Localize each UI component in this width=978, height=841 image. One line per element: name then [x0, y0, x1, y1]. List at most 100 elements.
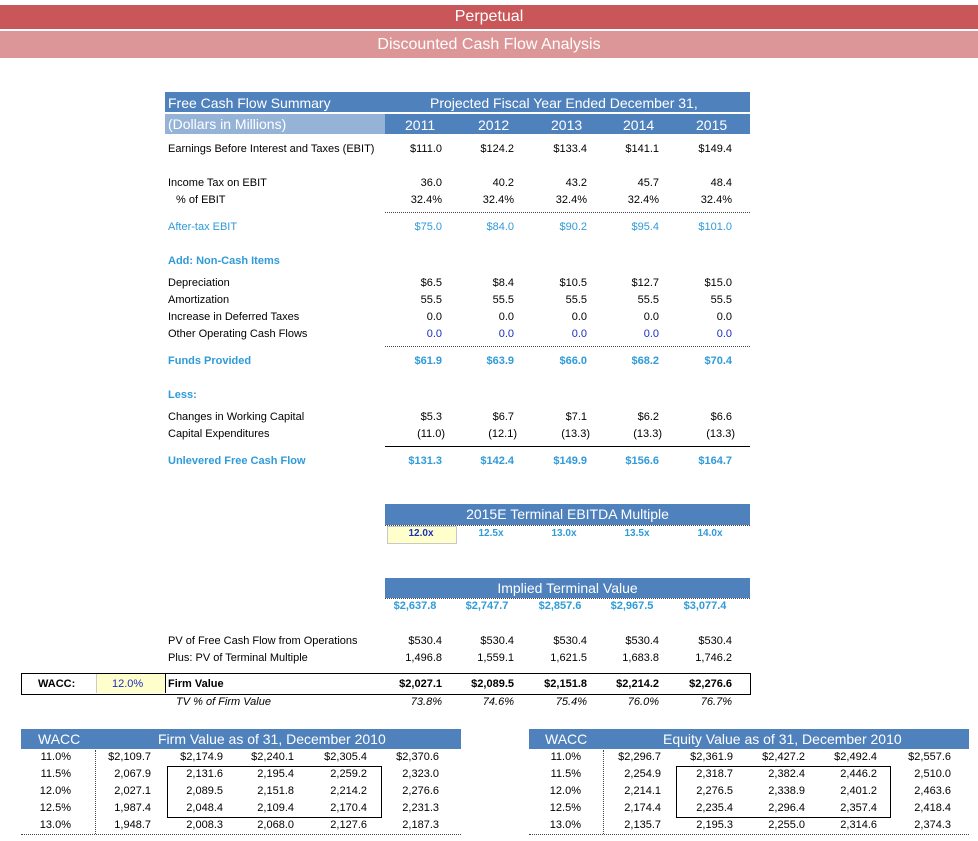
value-cell: $6.6 [710, 411, 732, 423]
value-cell: $2,151.8 [544, 678, 587, 690]
wacc-cell: 11.0% [40, 751, 71, 763]
multiple-value: 12.0x [408, 528, 434, 539]
value-cell: $2,296.7 [618, 751, 661, 763]
value-cell: 0.0 [643, 328, 659, 340]
value-cell: $2,305.4 [324, 751, 367, 763]
value-cell: $530.4 [625, 635, 659, 647]
row-label-funds: Funds Provided [168, 355, 252, 367]
value-cell: $95.4 [631, 221, 659, 233]
value-cell: $66.0 [559, 355, 587, 367]
value-cell: $142.4 [480, 455, 514, 467]
value-cell: $131.3 [408, 455, 442, 467]
value-cell: $63.9 [486, 355, 514, 367]
page-title: Perpetual [0, 5, 978, 29]
value-cell: 2,296.4 [768, 802, 805, 814]
terminal-value: $2,857.6 [538, 600, 582, 612]
terminal-value: $2,637.8 [393, 600, 437, 612]
value-cell: $84.0 [486, 221, 514, 233]
value-cell: 0.0 [498, 328, 514, 340]
value-cell: 2,027.1 [114, 785, 151, 797]
row-label-firm-value: Firm Value [168, 678, 224, 690]
value-cell: 2,259.2 [330, 768, 367, 780]
value-cell: 2,463.6 [914, 785, 951, 797]
wacc-value: 12.0% [112, 678, 144, 690]
value-cell: $2,492.4 [834, 751, 877, 763]
value-cell: 2,048.4 [186, 802, 223, 814]
value-cell: $70.4 [704, 355, 732, 367]
value-cell: $124.2 [480, 143, 514, 155]
value-cell: $2,557.6 [908, 751, 951, 763]
period-heading: Projected Fiscal Year Ended December 31, [430, 95, 698, 111]
row-label-after-tax: After-tax EBIT [168, 221, 238, 233]
value-cell: $2,276.6 [689, 678, 732, 690]
value-cell: 43.2 [565, 177, 587, 189]
terminal-value-heading: Implied Terminal Value [497, 580, 638, 596]
value-cell: 2,323.0 [402, 768, 439, 780]
value-cell: 76.0% [627, 696, 659, 708]
row-label-wc: Changes in Working Capital [168, 411, 305, 423]
value-cell: 2,214.2 [330, 785, 367, 797]
value-cell: 2,510.0 [914, 768, 951, 780]
value-cell: 76.7% [700, 696, 732, 708]
wacc-cell: 11.0% [550, 751, 581, 763]
value-cell: 2,235.4 [696, 802, 733, 814]
value-cell: 74.6% [482, 696, 514, 708]
value-cell: $7.1 [565, 411, 587, 423]
value-cell: 1,496.8 [405, 652, 442, 664]
summary-units: (Dollars in Millions) [168, 116, 287, 132]
table-row: 12.5% 2,174.4 2,235.4 2,296.4 2,357.4 2,… [529, 802, 969, 819]
divider [385, 598, 750, 599]
table-row: 13.0% 2,135.7 2,195.3 2,255.0 2,314.6 2,… [529, 819, 969, 836]
table-row: 11.0% $2,109.7 $2,174.9 $2,240.1 $2,305.… [21, 751, 461, 768]
value-cell: $133.4 [553, 143, 587, 155]
value-cell: 1,948.7 [114, 819, 151, 831]
value-cell: 1,683.8 [622, 652, 659, 664]
value-cell: 2,276.5 [696, 785, 733, 797]
value-cell: 0.0 [426, 311, 442, 323]
value-cell: 0.0 [498, 311, 514, 323]
multiple-value: 12.5x [478, 528, 504, 539]
value-cell: 0.0 [716, 328, 732, 340]
value-cell: $111.0 [409, 143, 442, 155]
table-row: 13.0% 1,948.7 2,008.3 2,068.0 2,127.6 2,… [21, 819, 461, 836]
row-label-def-tax: Increase in Deferred Taxes [168, 311, 300, 323]
year-label: 2012 [478, 117, 510, 133]
value-cell: 2,151.8 [257, 785, 294, 797]
year-label: 2014 [623, 117, 655, 133]
divider [385, 212, 750, 213]
year-label: 2011 [405, 117, 436, 133]
table-row: 12.5% 1,987.4 2,048.4 2,109.4 2,170.4 2,… [21, 802, 461, 819]
year-label: 2013 [551, 117, 583, 133]
value-cell: 2,214.1 [624, 785, 661, 797]
value-cell: $2,214.2 [616, 678, 659, 690]
value-cell: $68.2 [631, 355, 659, 367]
value-cell: 75.4% [555, 696, 587, 708]
terminal-value: $2,747.7 [465, 600, 509, 612]
value-cell: 1,746.2 [695, 652, 732, 664]
row-label-tax-pct: % of EBIT [176, 194, 226, 206]
equity-sens-heading: Equity Value as of 31, December 2010 [663, 731, 902, 747]
wacc-cell: 12.0% [39, 785, 71, 797]
value-cell: 2,446.2 [840, 768, 877, 780]
value-cell: 2,195.4 [257, 768, 294, 780]
table-row: 12.0% 2,214.1 2,276.5 2,338.9 2,401.2 2,… [529, 785, 969, 802]
equity-sens-col-head: WACC [545, 731, 588, 747]
wacc-cell: 12.5% [549, 802, 581, 814]
table-row: 11.5% 2,067.9 2,131.6 2,195.4 2,259.2 2,… [21, 768, 461, 785]
wacc-cell: 12.0% [549, 785, 581, 797]
value-cell: $90.2 [559, 221, 587, 233]
value-cell: 55.5 [565, 294, 587, 306]
value-cell: 40.2 [492, 177, 514, 189]
row-label-pv-tv: Plus: PV of Terminal Multiple [168, 652, 308, 664]
wacc-cell: 12.5% [39, 802, 71, 814]
value-cell: $12.7 [631, 277, 659, 289]
value-cell: 2,195.3 [696, 819, 733, 831]
value-cell: 55.5 [492, 294, 514, 306]
value-cell: (12.1) [488, 428, 517, 440]
row-label-amort: Amortization [168, 294, 230, 306]
value-cell: (11.0) [417, 428, 445, 440]
value-cell: 55.5 [637, 294, 659, 306]
value-cell: $61.9 [414, 355, 442, 367]
value-cell: 2,187.3 [402, 819, 439, 831]
value-cell: (13.3) [706, 428, 735, 440]
